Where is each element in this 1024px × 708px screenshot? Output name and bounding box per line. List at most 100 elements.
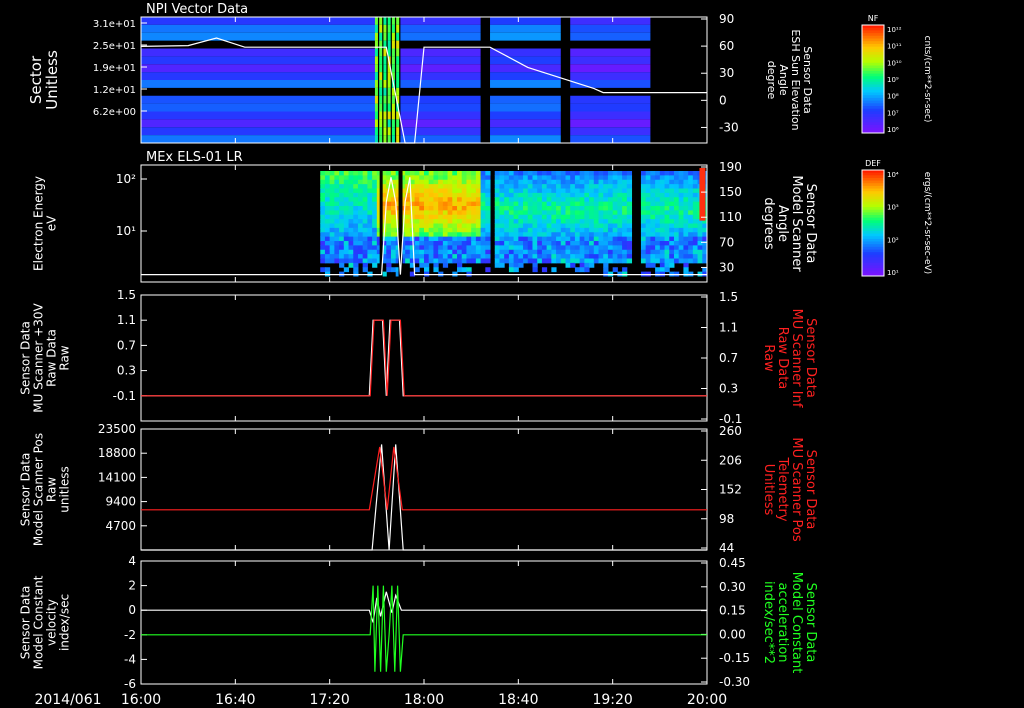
heatmap-cell — [390, 258, 397, 264]
heatmap-cell — [471, 227, 477, 233]
heatmap-cell — [541, 206, 548, 211]
heatmap-cell — [589, 241, 595, 246]
heatmap-cell — [584, 262, 590, 268]
heatmap-cell — [617, 188, 623, 194]
heatmap-cell — [579, 258, 585, 264]
heatmap-cell — [556, 171, 562, 176]
colorbar-tick-label: 10⁹ — [887, 76, 899, 84]
heatmap-cell — [673, 236, 680, 242]
heatmap-cell — [640, 184, 647, 189]
heatmap-cell — [579, 245, 585, 251]
heatmap-cell — [438, 249, 444, 255]
y2-tick-label: 0.7 — [719, 351, 738, 365]
heatmap-cell — [452, 232, 458, 238]
heatmap-cell — [593, 232, 600, 238]
heatmap-cell — [490, 103, 561, 112]
heatmap-cell — [324, 214, 331, 220]
heatmap-cell — [348, 188, 354, 194]
heatmap-cell — [343, 245, 350, 251]
heatmap-cell — [475, 206, 482, 211]
heatmap-cell — [574, 249, 581, 255]
heatmap-cell — [622, 197, 628, 203]
heatmap-cell — [513, 219, 519, 224]
heatmap-cell — [374, 87, 378, 96]
heatmap-cell — [697, 227, 703, 233]
heatmap-cell — [508, 258, 515, 264]
y-tick-label: 0.7 — [117, 338, 136, 352]
heatmap-cell — [405, 236, 411, 242]
heatmap-cell — [532, 214, 538, 220]
heatmap-cell — [598, 171, 604, 176]
y2-axis-label-line: Raw Data — [775, 327, 790, 390]
heatmap-cell — [612, 219, 618, 224]
y-tick-label: 0 — [128, 603, 136, 617]
heatmap-cell — [626, 214, 633, 220]
y2-tick-label: 0.00 — [719, 627, 746, 641]
heatmap-cell — [424, 236, 430, 242]
heatmap-cell — [442, 192, 449, 198]
heatmap-cell — [570, 192, 576, 198]
heatmap-cell — [457, 184, 463, 189]
heatmap-cell — [603, 197, 609, 203]
heatmap-cell — [494, 249, 500, 255]
heatmap-cell — [692, 219, 699, 224]
heatmap-cell — [650, 192, 656, 198]
heatmap-cell — [593, 197, 600, 203]
heatmap-cell — [424, 201, 430, 207]
y-tick-label: 4 — [128, 554, 136, 568]
heatmap-cell — [362, 179, 368, 185]
heatmap-cell — [565, 241, 571, 246]
heatmap-cell — [537, 227, 543, 233]
heatmap-cell — [457, 206, 463, 211]
heatmap-cell — [622, 258, 628, 264]
y-axis-label-line: Unitless — [43, 50, 61, 110]
heatmap-cell — [556, 192, 562, 198]
heatmap-cell — [565, 171, 571, 176]
heatmap-cell — [655, 175, 661, 181]
heatmap-cell — [593, 192, 600, 198]
heatmap-cell — [612, 171, 618, 176]
heatmap-cell — [471, 175, 477, 181]
heatmap-cell — [579, 210, 585, 216]
heatmap-cell — [379, 17, 383, 25]
heatmap-cell — [334, 210, 340, 216]
heatmap-cell — [683, 262, 689, 268]
heatmap-cell — [348, 241, 354, 246]
heatmap-cell — [678, 245, 684, 251]
heatmap-cell — [419, 254, 425, 259]
heatmap-cell — [447, 232, 453, 238]
heatmap-cell — [438, 179, 444, 185]
heatmap-cell — [424, 171, 430, 176]
heatmap-cell — [692, 179, 699, 185]
heatmap-cell — [391, 48, 395, 57]
heatmap-cell — [541, 245, 548, 251]
heatmap-cell — [466, 227, 472, 233]
y-axis-label-line: velocity — [45, 599, 59, 646]
heatmap-cell — [579, 197, 585, 203]
heatmap-cell — [664, 254, 670, 259]
heatmap-cell — [551, 197, 557, 203]
heatmap-cell — [494, 241, 500, 246]
heatmap-cell — [383, 64, 387, 73]
heatmap-cell — [320, 232, 326, 238]
heatmap-cell — [603, 245, 609, 251]
heatmap-cell — [607, 184, 614, 189]
heatmap-cell — [372, 258, 378, 264]
y2-tick-label: 90 — [719, 12, 734, 26]
heatmap-cell — [405, 219, 411, 224]
heatmap-cell — [424, 175, 430, 181]
heatmap-cell — [659, 249, 666, 255]
heatmap-cell — [537, 188, 543, 194]
x-tick-label: 20:00 — [687, 692, 727, 708]
heatmap-cell — [546, 175, 552, 181]
heatmap-cell — [438, 236, 444, 242]
heatmap-cell — [546, 241, 552, 246]
heatmap-cell — [457, 245, 463, 251]
heatmap-cell — [655, 241, 661, 246]
heatmap-cell — [353, 232, 359, 238]
heatmap-cell — [339, 197, 345, 203]
heatmap-cell — [664, 171, 670, 176]
heatmap-cell — [367, 206, 373, 211]
heatmap-cell — [428, 254, 434, 259]
heatmap-cell — [574, 192, 581, 198]
